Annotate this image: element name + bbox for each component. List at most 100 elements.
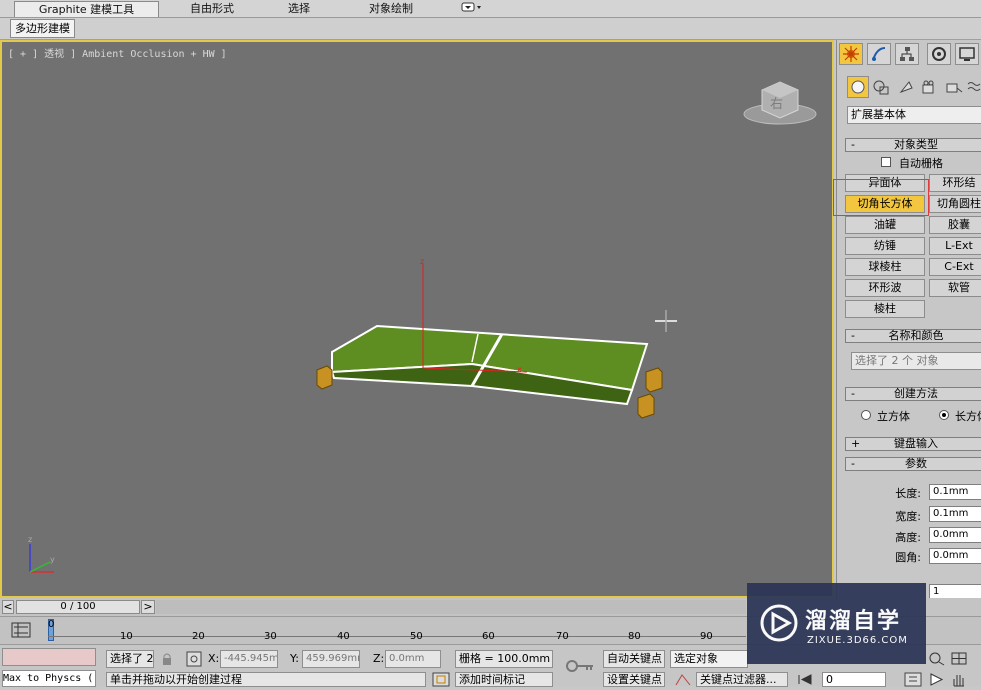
scene-canvas[interactable]: 右 z x z y: [2, 42, 832, 596]
radio-dot: [942, 413, 946, 417]
pan-button[interactable]: [950, 672, 968, 690]
create-tab[interactable]: [839, 43, 863, 65]
svg-text:z: z: [420, 257, 424, 266]
rollout-title: 参数: [905, 457, 927, 470]
modify-tab[interactable]: [867, 43, 891, 65]
zoom-region-button[interactable]: [928, 651, 946, 669]
gengon-button[interactable]: 球棱柱: [845, 258, 925, 276]
current-frame-field[interactable]: 0: [822, 672, 886, 687]
add-time-tag[interactable]: 添加时间标记: [455, 672, 553, 687]
tick-label: 80: [628, 631, 641, 642]
zoom-extents-button[interactable]: [950, 651, 968, 669]
y-coordinate-field[interactable]: 459.969mm: [302, 650, 360, 668]
tick-label: 70: [556, 631, 569, 642]
maxscript-listener-input[interactable]: Max to Physcs (: [2, 670, 96, 687]
motion-tab[interactable]: [927, 43, 951, 65]
command-panel: 扩展基本体 - 对象类型 自动栅格 异面体 环形结 切角长方体 切角圆柱 油罐 …: [833, 40, 981, 600]
lights-category-button[interactable]: [897, 80, 915, 99]
play-button[interactable]: [928, 672, 944, 690]
keyboard-entry-rollout-header[interactable]: + 键盘输入: [845, 437, 981, 451]
hierarchy-tab[interactable]: [895, 43, 919, 65]
height-field[interactable]: 0.0mm: [929, 527, 981, 543]
track-editor-icon: [11, 622, 31, 638]
prism-button[interactable]: 棱柱: [845, 300, 925, 318]
selection-set-dropdown[interactable]: 选定对象: [670, 650, 748, 668]
ribbon-options-dropdown[interactable]: [458, 1, 484, 17]
go-to-start-icon: [798, 674, 812, 685]
key-mode-button[interactable]: [565, 659, 595, 676]
category-dropdown[interactable]: 扩展基本体: [847, 106, 981, 124]
helpers-category-button[interactable]: [945, 80, 963, 99]
tab-polygon-modeling[interactable]: 多边形建模: [10, 19, 75, 38]
creation-method-rollout-header[interactable]: - 创建方法: [845, 387, 981, 401]
helper-box-right-top[interactable]: [645, 367, 663, 393]
width-field[interactable]: 0.1mm: [929, 506, 981, 522]
time-slider-thumb[interactable]: 0 / 100: [16, 600, 140, 614]
set-key-button[interactable]: 设置关键点: [603, 672, 665, 687]
maxscript-listener-top[interactable]: [2, 648, 96, 666]
selection-lock-button[interactable]: [160, 652, 174, 669]
time-track[interactable]: [156, 600, 746, 614]
set-key-mode-button[interactable]: [674, 672, 692, 690]
display-tab[interactable]: [955, 43, 979, 65]
capsule-button[interactable]: 胶囊: [929, 216, 981, 234]
cube-radio-label: 立方体: [877, 410, 910, 423]
watermark-logo: 溜溜自学 ZIXUE.3D66.COM: [747, 583, 926, 664]
length-field[interactable]: 0.1mm: [929, 484, 981, 500]
crosshair-cursor-icon: [655, 310, 677, 332]
oiltank-button[interactable]: 油罐: [845, 216, 925, 234]
tangent-icon: [675, 674, 691, 686]
prompt-line: 单击并拖动以开始创建过程: [106, 672, 426, 687]
chamfercyl-button[interactable]: 切角圆柱: [929, 195, 981, 213]
absolute-mode-button[interactable]: [186, 651, 202, 670]
torusknot-button[interactable]: 环形结: [929, 174, 981, 192]
play-logo-icon: [760, 604, 798, 642]
perspective-viewport[interactable]: [ + ] 透视 ] Ambient Occlusion + HW ] 右 z …: [0, 40, 834, 598]
geometry-category-button[interactable]: [847, 76, 869, 98]
viewport-config-button[interactable]: [904, 672, 922, 690]
name-color-rollout-header[interactable]: - 名称和颜色: [845, 329, 981, 343]
dropdown-icon: [461, 2, 481, 12]
tab-object-paint[interactable]: 对象绘制: [356, 1, 426, 17]
spacewarps-category-button[interactable]: [967, 80, 981, 99]
autogrid-label: 自动栅格: [899, 157, 943, 170]
spindle-button[interactable]: 纺锤: [845, 237, 925, 255]
auto-key-button[interactable]: 自动关键点: [603, 650, 665, 668]
svg-text:z: z: [28, 535, 32, 544]
height-label: 高度:: [895, 531, 921, 544]
helper-box-right-bottom[interactable]: [637, 393, 655, 419]
axis-tripod-icon: z y: [28, 535, 55, 573]
shapes-category-button[interactable]: [873, 80, 891, 99]
viewcube-icon[interactable]: 右: [743, 81, 817, 125]
helper-box-left[interactable]: [316, 365, 333, 390]
autogrid-checkbox[interactable]: [881, 157, 891, 167]
object-type-rollout-header[interactable]: - 对象类型: [845, 138, 981, 152]
parameters-rollout-header[interactable]: - 参数: [845, 457, 981, 471]
svg-text:y: y: [50, 555, 55, 564]
object-name-field[interactable]: 选择了 2 个 对象: [851, 352, 981, 370]
modify-curve-icon: [872, 47, 886, 61]
tick-label: 10: [120, 631, 133, 642]
key-filters-button[interactable]: 关键点过滤器...: [696, 672, 788, 687]
transform-mode-icon: [186, 651, 202, 667]
tab-selection[interactable]: 选择: [278, 1, 320, 17]
ringwave-button[interactable]: 环形波: [845, 279, 925, 297]
go-to-start-button[interactable]: [796, 673, 814, 689]
c-ext-button[interactable]: C-Ext: [929, 258, 981, 276]
cube-radio[interactable]: [861, 410, 871, 420]
hose-button[interactable]: 软管: [929, 279, 981, 297]
l-ext-button[interactable]: L-Ext: [929, 237, 981, 255]
tick-label: 0: [48, 619, 55, 630]
fillet-field[interactable]: 0.0mm: [929, 548, 981, 564]
time-tag-button[interactable]: [432, 672, 450, 690]
chamfer-box-object[interactable]: [330, 324, 649, 406]
z-coordinate-field[interactable]: 0.0mm: [385, 650, 441, 668]
tab-freeform[interactable]: 自由形式: [178, 1, 246, 17]
x-coordinate-field[interactable]: -445.945m: [220, 650, 278, 668]
tab-graphite-modeling[interactable]: Graphite 建模工具: [14, 1, 159, 17]
cameras-category-button[interactable]: [921, 80, 939, 99]
box-radio[interactable]: [939, 410, 949, 420]
time-next-button[interactable]: >: [141, 600, 155, 614]
time-prev-button[interactable]: <: [2, 600, 14, 614]
curve-editor-button[interactable]: [10, 621, 32, 642]
